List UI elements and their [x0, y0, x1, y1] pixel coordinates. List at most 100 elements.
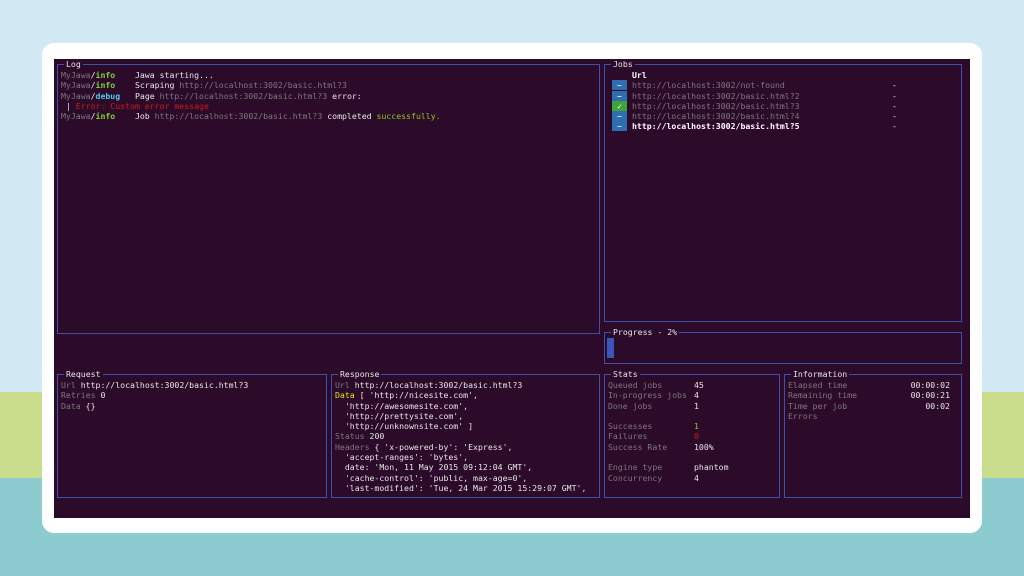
stats-row: Successes 1 [608, 421, 776, 431]
stats-label: Success Rate [608, 441, 668, 452]
job-url: http://localhost:3002/basic.html?4 [632, 111, 800, 122]
response-data-value: 'http://prettysite.com', [335, 410, 464, 421]
response-headers-label: Headers [335, 441, 370, 452]
stats-label: Done jobs [608, 400, 653, 411]
stats-label: Failures [608, 431, 648, 442]
stats-spacer [608, 452, 776, 462]
stats-value: 4 [694, 472, 699, 483]
log-source: MyJawa [61, 70, 91, 80]
jobs-panel[interactable]: Jobs Url − http://localhost:3002/not-foun… [604, 59, 962, 322]
response-header-value: 'cache-control': 'public, max-age=0', [335, 472, 528, 483]
log-source: MyJawa [61, 111, 91, 122]
request-retries: 0 [100, 390, 106, 401]
log-message: Scraping [134, 80, 180, 91]
job-row[interactable]: − http://localhost:3002/not-found - [608, 80, 958, 91]
log-error: Error: Custom error message [75, 100, 209, 111]
minus-icon: − [612, 121, 627, 132]
response-header-value: { 'x-powered-by': 'Express', [374, 441, 513, 452]
stats-value: 45 [694, 380, 704, 390]
log-level: debug [95, 90, 121, 101]
minus-icon: − [612, 111, 627, 122]
log-panel[interactable]: Log MyJawa/info Jawa starting... MyJawa/… [57, 59, 600, 334]
log-url: http://localhost:3002/basic.html?3 [154, 111, 323, 122]
log-url: http://localhost:3002/basic.html?3 [179, 80, 347, 91]
job-url: http://localhost:3002/basic.html?5 [632, 121, 800, 132]
info-row: Time per job 00:02 [788, 401, 958, 411]
response-data-label: Data [335, 390, 355, 401]
job-row[interactable]: − http://localhost:3002/basic.html?2 - [608, 90, 958, 101]
request-panel[interactable]: Request Url http://localhost:3002/basic.… [57, 369, 327, 498]
response-status-label: Status [335, 431, 365, 442]
info-row: Errors [788, 411, 958, 421]
log-message: error: [327, 90, 362, 101]
job-value: - [892, 100, 897, 111]
log-message: Jawa starting... [134, 70, 214, 80]
jobs-url-header: Url [632, 70, 647, 80]
stats-row: Concurrency 4 [608, 473, 776, 483]
progress-title: Progress - 2% [611, 327, 680, 337]
job-row[interactable]: − http://localhost:3002/basic.html?4 - [608, 111, 958, 122]
request-data: {} [85, 400, 96, 411]
job-url: http://localhost:3002/not-found [632, 80, 785, 91]
request-data-label: Data [61, 400, 81, 411]
stats-row: In-progress jobs 4 [608, 390, 776, 400]
response-header-value: date: 'Mon, 11 May 2015 09:12:04 GMT', [335, 462, 533, 473]
minus-icon: − [612, 80, 627, 91]
stats-body: Queued jobs 45 In-progress jobs 4 Done job… [608, 380, 776, 495]
response-status-line: Status 200 [335, 431, 596, 441]
stats-label: In-progress jobs [608, 390, 687, 401]
stats-value: 100% [694, 441, 714, 452]
info-label: Time per job [788, 400, 848, 411]
response-status: 200 [369, 431, 385, 442]
response-title: Response [338, 369, 382, 379]
log-line: MyJawa/debug Page http://localhost:3002/… [61, 90, 362, 101]
job-value: - [892, 80, 897, 91]
request-retries-line: Retries 0 [61, 390, 323, 400]
info-label: Remaining time [788, 390, 858, 401]
stats-label: Concurrency [608, 472, 663, 483]
log-level: info [95, 80, 116, 91]
log-url: http://localhost:3002/basic.html?3 [159, 90, 328, 101]
stats-label: Successes [608, 421, 653, 432]
response-url: http://localhost:3002/basic.html?3 [354, 380, 523, 390]
jobs-header-row: Url [608, 70, 958, 80]
job-row[interactable]: ✓ http://localhost:3002/basic.html?3 - [608, 100, 958, 111]
response-panel[interactable]: Response Url http://localhost:3002/basic… [331, 369, 600, 498]
stats-row: Done jobs 1 [608, 401, 776, 411]
request-body: Url http://localhost:3002/basic.html?3 R… [61, 380, 323, 495]
log-level: info [95, 111, 116, 122]
response-headers-line: Headers { 'x-powered-by': 'Express', [335, 442, 596, 452]
job-value: - [892, 121, 897, 132]
log-level: info [95, 70, 116, 80]
stats-title: Stats [611, 369, 640, 379]
stats-row: Failures 0 [608, 431, 776, 441]
log-source: MyJawa [61, 90, 91, 101]
response-data-value: [ 'http://nicesite.com', [359, 390, 478, 401]
stats-row: Queued jobs 45 [608, 380, 776, 390]
log-message: completed [322, 111, 377, 122]
info-label: Errors [788, 410, 818, 421]
information-panel[interactable]: Information Elapsed time 00:00:02 Remaini… [784, 369, 962, 498]
information-body: Elapsed time 00:00:02 Remaining time 00:00… [788, 380, 958, 495]
request-data-line: Data {} [61, 401, 323, 411]
request-title: Request [64, 369, 103, 379]
stats-value: 4 [694, 390, 699, 401]
progress-panel: Progress - 2% [604, 327, 962, 364]
check-icon: ✓ [612, 100, 627, 111]
stats-panel[interactable]: Stats Queued jobs 45 In-progress jobs 4 Do… [604, 369, 780, 498]
log-title: Log [64, 59, 83, 69]
stats-value: 1 [694, 400, 699, 411]
response-data-value: 'http://awesomesite.com', [335, 400, 469, 411]
request-url-label: Url [61, 380, 76, 390]
response-url-label: Url [335, 380, 350, 390]
terminal-dashboard: Log MyJawa/info Jawa starting... MyJawa/… [54, 59, 970, 518]
info-row: Elapsed time 00:00:02 [788, 380, 958, 390]
progress-bar-fill [607, 338, 614, 358]
log-line: MyJawa/info Jawa starting... [61, 70, 214, 80]
log-message: Job [134, 111, 155, 122]
log-source: MyJawa [61, 80, 91, 91]
info-value: 00:02 [925, 400, 950, 411]
info-row: Remaining time 00:00:21 [788, 390, 958, 400]
job-row-active[interactable]: − http://localhost:3002/basic.html?5 - [608, 121, 958, 132]
job-value: - [892, 111, 897, 122]
